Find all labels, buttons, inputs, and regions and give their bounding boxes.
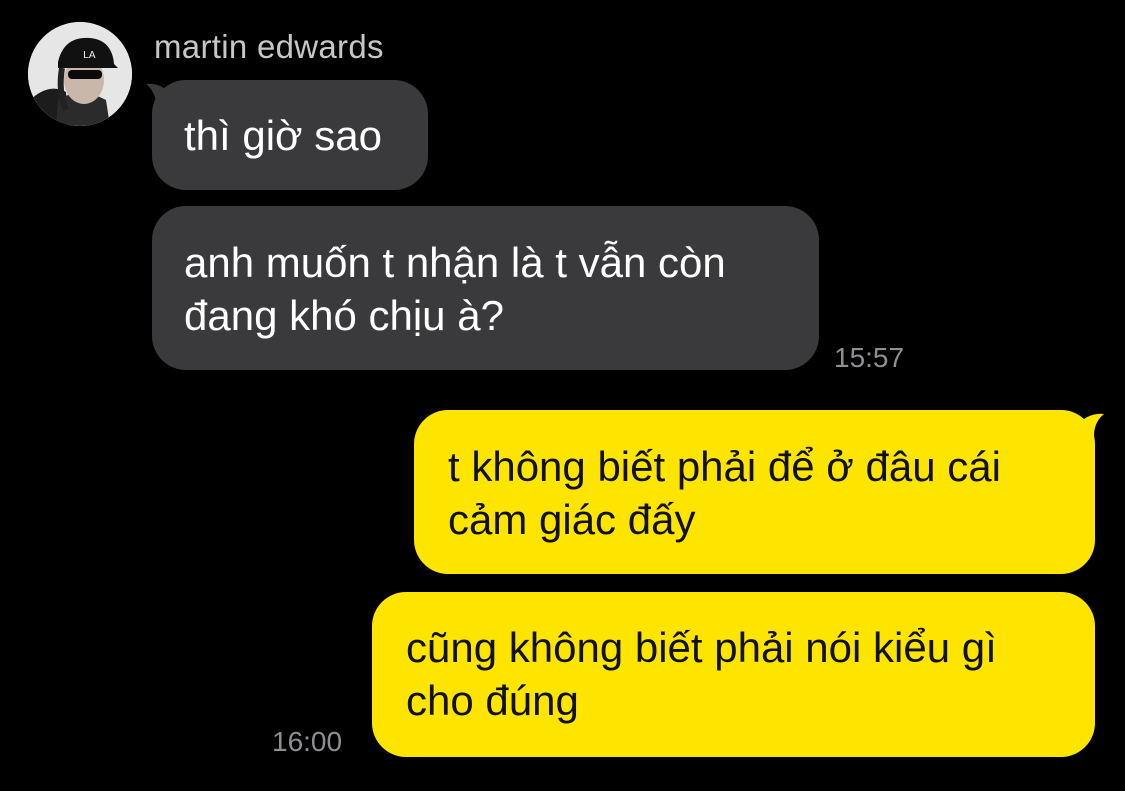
sender-avatar[interactable]: LA xyxy=(28,22,132,126)
message-timestamp: 15:57 xyxy=(834,342,905,373)
message-text: đang khó chịu à? xyxy=(184,292,504,339)
svg-text:LA: LA xyxy=(83,50,96,61)
avatar-photo-icon: LA xyxy=(28,22,132,126)
incoming-message[interactable]: thì giờ sao xyxy=(152,80,428,190)
message-text: thì giờ sao xyxy=(184,112,382,159)
outgoing-message[interactable]: cũng không biết phải nói kiểu gì cho đún… xyxy=(372,592,1095,757)
outgoing-message[interactable]: t không biết phải để ở đâu cái cảm giác … xyxy=(414,410,1095,574)
message-text: anh muốn t nhận là t vẫn còn xyxy=(184,239,726,286)
message-timestamp: 16:00 xyxy=(272,726,343,757)
message-text: cũng không biết phải nói kiểu gì xyxy=(406,624,997,671)
sender-name: martin edwards xyxy=(154,28,384,65)
message-text: cảm giác đấy xyxy=(448,496,696,543)
message-text: cho đúng xyxy=(406,677,579,724)
incoming-message[interactable]: anh muốn t nhận là t vẫn còn đang khó ch… xyxy=(152,206,819,370)
message-text: t không biết phải để ở đâu cái xyxy=(448,443,1001,490)
